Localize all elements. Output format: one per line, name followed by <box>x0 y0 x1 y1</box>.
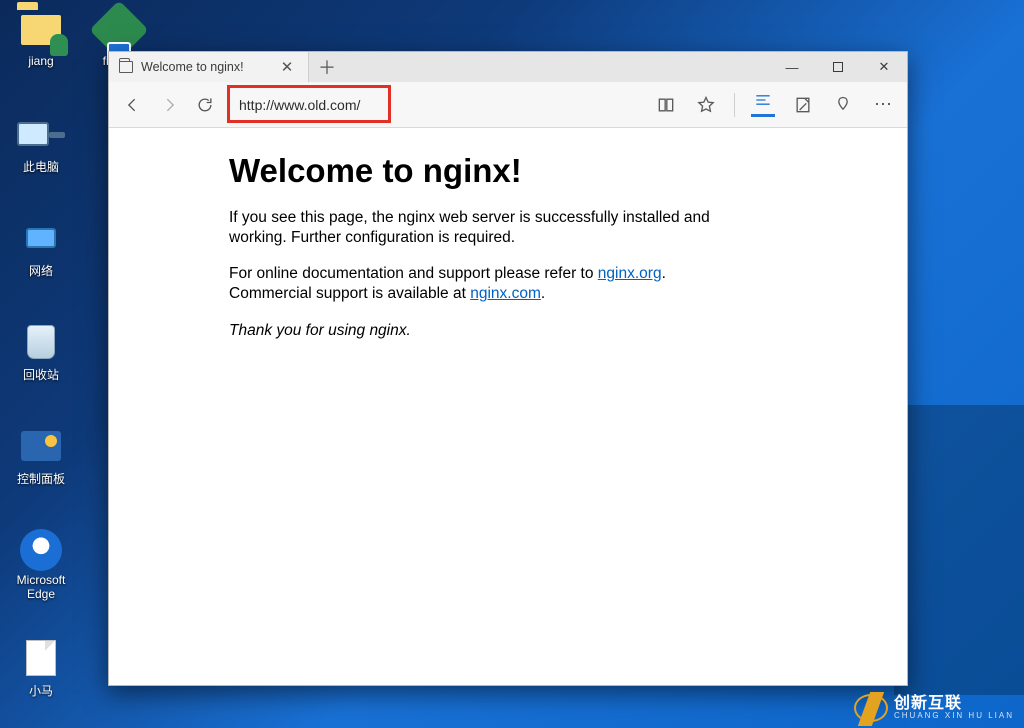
control-panel-icon <box>17 424 65 468</box>
close-icon: ✕ <box>879 59 890 75</box>
desktop-icon-control-panel[interactable]: 控制面板 <box>4 424 78 487</box>
new-tab-button[interactable]: ＋ <box>309 52 345 82</box>
browser-toolbar: ⋯ <box>109 82 907 128</box>
this-pc-icon <box>17 112 65 156</box>
link-nginx-org[interactable]: nginx.org <box>598 265 662 282</box>
text-run: For online documentation and support ple… <box>229 265 598 282</box>
desktop-icon-recycle-bin[interactable]: 回收站 <box>4 320 78 383</box>
desktop-icon-user-folder[interactable]: jiang <box>4 8 78 68</box>
refresh-button[interactable] <box>193 93 217 117</box>
hub-button[interactable] <box>751 93 775 117</box>
share-button[interactable] <box>831 93 855 117</box>
desktop-icon-edge[interactable]: Microsoft Edge <box>4 528 78 602</box>
arrow-left-icon <box>123 95 143 115</box>
desktop-icon-label: 小马 <box>4 682 78 699</box>
text-run: . <box>541 285 545 302</box>
address-bar[interactable] <box>235 92 390 118</box>
watermark-line2: CHUANG XIN HU LIAN <box>894 712 1014 720</box>
minimize-icon: — <box>786 60 799 75</box>
url-input[interactable] <box>235 92 390 118</box>
page-content: Welcome to nginx! If you see this page, … <box>109 128 907 685</box>
arrow-right-icon <box>159 95 179 115</box>
link-nginx-com[interactable]: nginx.com <box>470 285 541 302</box>
desktop-icon-this-pc[interactable]: 此电脑 <box>4 112 78 175</box>
favorites-button[interactable] <box>694 93 718 117</box>
desktop-icon-label: 网络 <box>4 262 78 279</box>
page-paragraph: If you see this page, the nginx web serv… <box>229 208 749 248</box>
watermark-line1: 创新互联 <box>894 696 1014 712</box>
vertical-shadow <box>894 405 1024 695</box>
network-icon <box>17 216 65 260</box>
more-button[interactable]: ⋯ <box>871 93 895 117</box>
window-maximize-button[interactable] <box>815 52 861 82</box>
toolbar-separator <box>734 93 735 117</box>
lines-icon <box>753 90 773 110</box>
watermark: 创新互联 CHUANG XIN HU LIAN <box>854 694 1014 722</box>
desktop-icon-label: Microsoft Edge <box>4 574 78 602</box>
window-controls: — ✕ <box>769 52 907 82</box>
page-paragraph: For online documentation and support ple… <box>229 264 749 304</box>
tab-close-button[interactable]: ✕ <box>276 58 298 76</box>
recycle-bin-icon <box>17 320 65 364</box>
reading-view-button[interactable] <box>654 93 678 117</box>
browser-tab-active[interactable]: Welcome to nginx! ✕ <box>109 52 309 82</box>
share-icon <box>833 95 853 115</box>
back-button[interactable] <box>121 93 145 117</box>
folder-user-icon <box>17 8 65 52</box>
book-icon <box>656 95 676 115</box>
note-icon <box>793 95 813 115</box>
desktop-icon-label: 控制面板 <box>4 470 78 487</box>
forms-icon <box>95 8 143 52</box>
forward-button[interactable] <box>157 93 181 117</box>
page-heading: Welcome to nginx! <box>229 152 875 190</box>
desktop-icon-label: 此电脑 <box>4 158 78 175</box>
edge-icon <box>17 528 65 572</box>
text-run: Thank you for using nginx. <box>229 322 411 339</box>
web-note-button[interactable] <box>791 93 815 117</box>
desktop-icon-network[interactable]: 网络 <box>4 216 78 279</box>
file-icon <box>17 636 65 680</box>
watermark-logo-icon <box>854 694 888 722</box>
tab-title: Welcome to nginx! <box>141 60 244 74</box>
text-run: . <box>662 265 666 282</box>
tab-strip: Welcome to nginx! ✕ ＋ — ✕ <box>109 52 907 82</box>
page-favicon-icon <box>119 61 133 73</box>
page-thanks: Thank you for using nginx. <box>229 321 749 341</box>
window-minimize-button[interactable]: — <box>769 52 815 82</box>
edge-browser-window: Welcome to nginx! ✕ ＋ — ✕ <box>108 51 908 686</box>
desktop-icon-label: 回收站 <box>4 366 78 383</box>
desktop-icon-label: jiang <box>4 54 78 68</box>
text-run: Commercial support is available at <box>229 285 470 302</box>
window-close-button[interactable]: ✕ <box>861 52 907 82</box>
desktop-icon-file[interactable]: 小马 <box>4 636 78 699</box>
star-icon <box>696 95 716 115</box>
maximize-icon <box>833 62 843 72</box>
refresh-icon <box>195 95 215 115</box>
